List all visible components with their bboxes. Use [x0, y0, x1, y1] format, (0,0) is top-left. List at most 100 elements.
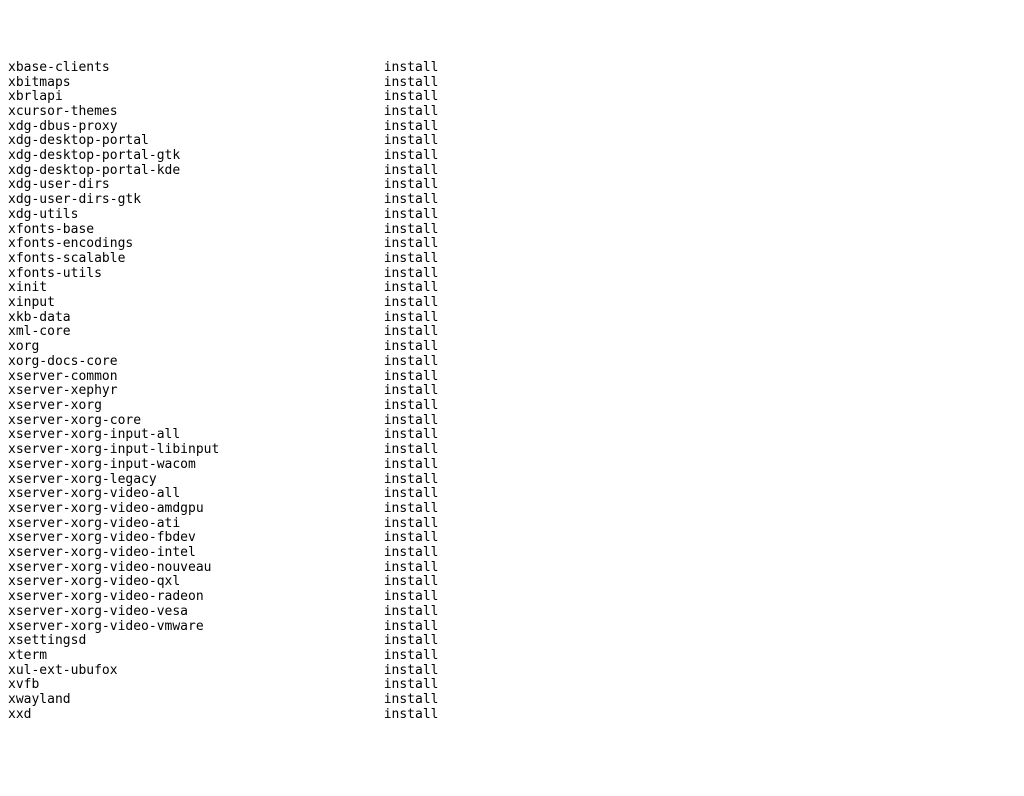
package-row: xkb-data install — [8, 311, 1024, 326]
package-row: xinput install — [8, 296, 1024, 311]
package-name: xserver-xorg-core — [8, 413, 384, 428]
package-row: xorg-docs-core install — [8, 355, 1024, 370]
package-name: xterm — [8, 648, 384, 663]
package-name: xserver-xorg-video-ati — [8, 516, 384, 531]
package-row: xserver-xorg-video-vmware install — [8, 620, 1024, 635]
package-row: xserver-xorg-input-wacom install — [8, 458, 1024, 473]
terminal-output: xbase-clients installxbitmaps installxbr… — [8, 61, 1024, 723]
package-status: install — [384, 633, 439, 648]
package-name: xdg-user-dirs-gtk — [8, 192, 384, 207]
package-row: xserver-xorg-video-all install — [8, 487, 1024, 502]
package-name: xserver-xorg-video-nouveau — [8, 560, 384, 575]
package-name: xfonts-scalable — [8, 251, 384, 266]
package-row: xserver-xorg-video-ati install — [8, 517, 1024, 532]
package-name: xbase-clients — [8, 60, 384, 75]
package-status: install — [384, 266, 439, 281]
package-status: install — [384, 442, 439, 457]
package-status: install — [384, 398, 439, 413]
package-status: install — [384, 133, 439, 148]
package-status: install — [384, 383, 439, 398]
package-row: xbase-clients install — [8, 61, 1024, 76]
package-row: xml-core install — [8, 325, 1024, 340]
package-status: install — [384, 148, 439, 163]
package-name: xml-core — [8, 324, 384, 339]
package-name: xdg-desktop-portal — [8, 133, 384, 148]
package-name: xserver-xorg-video-radeon — [8, 589, 384, 604]
package-row: xxd install — [8, 708, 1024, 723]
package-row: xfonts-base install — [8, 223, 1024, 238]
package-row: xterm install — [8, 649, 1024, 664]
package-name: xkb-data — [8, 310, 384, 325]
package-status: install — [384, 295, 439, 310]
package-row: xserver-xorg install — [8, 399, 1024, 414]
package-row: xorg install — [8, 340, 1024, 355]
package-status: install — [384, 280, 439, 295]
package-name: xdg-user-dirs — [8, 177, 384, 192]
package-row: xfonts-encodings install — [8, 237, 1024, 252]
package-status: install — [384, 192, 439, 207]
package-row: xdg-user-dirs install — [8, 178, 1024, 193]
package-status: install — [384, 60, 439, 75]
package-row: xserver-common install — [8, 370, 1024, 385]
package-row: xserver-xorg-video-vesa install — [8, 605, 1024, 620]
package-name: xserver-xorg-video-vmware — [8, 619, 384, 634]
package-status: install — [384, 516, 439, 531]
package-row: xserver-xorg-video-nouveau install — [8, 561, 1024, 576]
package-row: xserver-xorg-video-intel install — [8, 546, 1024, 561]
package-row: xserver-xorg-video-radeon install — [8, 590, 1024, 605]
package-row: xserver-xephyr install — [8, 384, 1024, 399]
package-status: install — [384, 369, 439, 384]
package-row: xwayland install — [8, 693, 1024, 708]
package-row: xdg-dbus-proxy install — [8, 120, 1024, 135]
package-row: xserver-xorg-video-fbdev install — [8, 531, 1024, 546]
package-name: xserver-xorg-legacy — [8, 472, 384, 487]
package-name: xdg-desktop-portal-gtk — [8, 148, 384, 163]
package-status: install — [384, 413, 439, 428]
package-name: xserver-xorg-input-libinput — [8, 442, 384, 457]
package-status: install — [384, 310, 439, 325]
package-name: xserver-xorg-video-intel — [8, 545, 384, 560]
package-status: install — [384, 236, 439, 251]
package-name: xcursor-themes — [8, 104, 384, 119]
package-row: xserver-xorg-video-amdgpu install — [8, 502, 1024, 517]
package-status: install — [384, 324, 439, 339]
package-status: install — [384, 574, 439, 589]
package-status: install — [384, 119, 439, 134]
package-row: xfonts-scalable install — [8, 252, 1024, 267]
package-row: xdg-desktop-portal-gtk install — [8, 149, 1024, 164]
package-row: xserver-xorg-legacy install — [8, 473, 1024, 488]
package-status: install — [384, 89, 439, 104]
package-status: install — [384, 251, 439, 266]
package-status: install — [384, 501, 439, 516]
package-name: xinput — [8, 295, 384, 310]
package-row: xsettingsd install — [8, 634, 1024, 649]
package-status: install — [384, 486, 439, 501]
package-name: xbrlapi — [8, 89, 384, 104]
package-name: xserver-xorg-video-qxl — [8, 574, 384, 589]
package-name: xserver-xorg-input-all — [8, 427, 384, 442]
package-row: xdg-desktop-portal install — [8, 134, 1024, 149]
package-status: install — [384, 530, 439, 545]
package-row: xdg-desktop-portal-kde install — [8, 164, 1024, 179]
package-status: install — [384, 457, 439, 472]
package-name: xfonts-base — [8, 222, 384, 237]
package-status: install — [384, 707, 439, 722]
package-status: install — [384, 663, 439, 678]
package-name: xserver-common — [8, 369, 384, 384]
package-status: install — [384, 104, 439, 119]
package-row: xbitmaps install — [8, 76, 1024, 91]
package-status: install — [384, 163, 439, 178]
package-status: install — [384, 604, 439, 619]
package-row: xdg-user-dirs-gtk install — [8, 193, 1024, 208]
package-name: xwayland — [8, 692, 384, 707]
package-row: xul-ext-ubufox install — [8, 664, 1024, 679]
package-row: xcursor-themes install — [8, 105, 1024, 120]
package-row: xvfb install — [8, 678, 1024, 693]
package-name: xserver-xorg-video-all — [8, 486, 384, 501]
package-status: install — [384, 427, 439, 442]
package-row: xserver-xorg-input-libinput install — [8, 443, 1024, 458]
package-status: install — [384, 648, 439, 663]
package-status: install — [384, 472, 439, 487]
package-name: xserver-xorg — [8, 398, 384, 413]
package-row: xinit install — [8, 281, 1024, 296]
